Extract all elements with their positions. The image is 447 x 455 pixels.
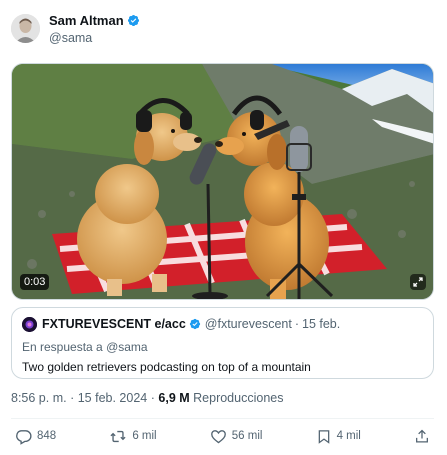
like-button[interactable]: 56 mil xyxy=(210,428,263,445)
bookmark-count: 4 mil xyxy=(336,430,361,442)
quoted-date[interactable]: 15 feb. xyxy=(302,317,340,331)
views-label: Reproducciones xyxy=(193,391,284,405)
reply-mention-link[interactable]: @sama xyxy=(106,340,148,354)
divider xyxy=(11,418,434,419)
verified-badge-icon[interactable] xyxy=(189,318,201,330)
reply-context: En respuesta a @sama xyxy=(22,340,423,354)
reply-button[interactable]: 848 xyxy=(15,428,56,445)
separator-dot: · xyxy=(294,317,299,331)
video-player[interactable]: 0:03 xyxy=(11,63,434,300)
verified-badge-icon[interactable] xyxy=(127,14,140,27)
action-bar: 848 6 mil 56 mil 4 mil xyxy=(11,426,434,446)
share-button[interactable] xyxy=(414,428,430,445)
bookmark-button[interactable]: 4 mil xyxy=(316,428,361,445)
video-thumbnail xyxy=(12,64,433,299)
quoted-avatar[interactable] xyxy=(22,316,37,332)
bookmark-icon xyxy=(316,428,332,445)
reply-count: 848 xyxy=(37,430,57,442)
video-duration: 0:03 xyxy=(20,274,50,290)
reply-prefix: En respuesta a xyxy=(22,340,103,354)
tweet-header: Sam Altman @sama xyxy=(11,12,140,45)
quoted-tweet-text: Two golden retrievers podcasting on top … xyxy=(22,360,311,374)
like-count: 56 mil xyxy=(231,430,263,442)
avatar[interactable] xyxy=(11,14,40,43)
repost-icon xyxy=(109,428,127,445)
tweet-date[interactable]: 15 feb. 2024 xyxy=(78,391,148,405)
repost-count: 6 mil xyxy=(132,430,157,442)
quoted-author-handle: @fxturevescent xyxy=(204,317,292,331)
repost-button[interactable]: 6 mil xyxy=(109,428,157,445)
views-count: 6,9 M xyxy=(158,391,190,405)
separator-dot: · xyxy=(150,391,155,405)
tweet-meta: 8:56 p. m. · 15 feb. 2024 · 6,9 M Reprod… xyxy=(11,391,283,405)
author-handle[interactable]: @sama xyxy=(49,31,140,45)
reply-icon xyxy=(15,428,32,445)
expand-icon[interactable] xyxy=(410,274,426,290)
quoted-tweet[interactable]: FXTUREVESCENT e/acc @fxturevescent · 15 … xyxy=(11,307,434,379)
heart-icon xyxy=(210,428,227,445)
share-icon xyxy=(414,428,430,445)
quoted-author-name[interactable]: FXTUREVESCENT e/acc xyxy=(42,317,186,331)
author-name[interactable]: Sam Altman xyxy=(49,13,124,28)
tweet-time[interactable]: 8:56 p. m. xyxy=(11,391,67,405)
separator-dot: · xyxy=(70,391,75,405)
